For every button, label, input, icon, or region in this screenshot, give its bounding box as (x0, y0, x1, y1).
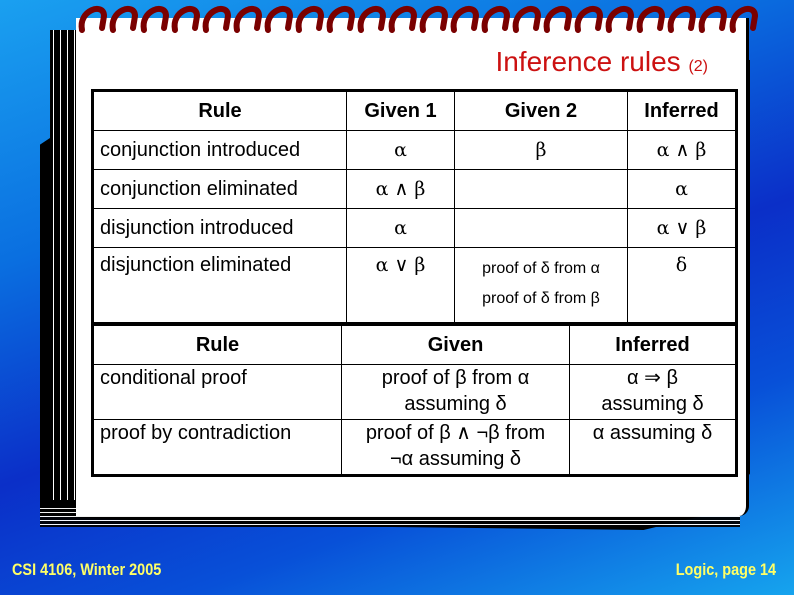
spiral-ring (605, 6, 635, 33)
table-header-row: Rule Given 1 Given 2 Inferred (92, 90, 737, 131)
given1-cell: α ∧ β (346, 169, 455, 209)
table-row: proof by contradiction proof of β ∧ ¬β f… (92, 419, 737, 476)
table-header-row: Rule Given Inferred (92, 324, 737, 365)
title-suffix: (2) (688, 58, 708, 75)
spiral-ring (295, 6, 325, 33)
spiral-ring (140, 6, 170, 33)
spiral-binding-icon (78, 6, 759, 33)
spiral-ring (481, 6, 511, 33)
given2-line: proof of δ from β (482, 290, 600, 307)
rule-cell: conditional proof (92, 364, 342, 420)
given-cell: proof of β from α assuming δ (341, 364, 570, 420)
inferred-cell: α ⇒ β assuming δ (569, 364, 737, 420)
spiral-ring (543, 6, 573, 33)
inferred-cell: δ (627, 247, 737, 324)
given-line: proof of β from α (381, 367, 530, 389)
inferred-line: α assuming δ (592, 422, 713, 444)
inferred-line: assuming δ (601, 393, 704, 415)
header-given-2: Given 2 (454, 90, 628, 131)
given1-cell: α (346, 130, 455, 170)
spiral-ring (450, 6, 480, 33)
given2-cell: proof of δ from α proof of δ from β (454, 247, 628, 324)
footer-page: Logic, page 14 (675, 560, 776, 579)
spiral-ring (78, 6, 108, 33)
inferred-cell: α ∧ β (627, 130, 737, 170)
inferred-cell: α ∨ β (627, 208, 737, 248)
table-row: disjunction introduced α α ∨ β (92, 208, 737, 248)
rule-cell: disjunction eliminated (92, 247, 347, 324)
inferred-cell: α (627, 169, 737, 209)
rule-cell: conjunction introduced (92, 130, 347, 170)
spiral-ring (357, 6, 387, 33)
spiral-ring (698, 6, 728, 33)
given2-line: proof of δ from α (482, 260, 600, 277)
inferred-cell: α assuming δ (569, 419, 737, 476)
rule-cell: disjunction introduced (92, 208, 347, 248)
inference-rules-table-2: Rule Given Inferred conditional proof pr… (91, 323, 738, 477)
given2-cell (454, 169, 628, 209)
spiral-ring (636, 6, 666, 33)
spiral-ring (171, 6, 201, 33)
spiral-ring (264, 6, 294, 33)
inference-rules-table-1: Rule Given 1 Given 2 Inferred conjunctio… (91, 89, 738, 325)
spiral-ring (326, 6, 356, 33)
spiral-ring (202, 6, 232, 33)
header-given: Given (341, 324, 570, 365)
inferred-line: α ⇒ β (627, 367, 678, 389)
table-row: disjunction eliminated α ∨ β proof of δ … (92, 247, 737, 324)
spiral-ring (729, 6, 759, 33)
table-row: conjunction introduced α β α ∧ β (92, 130, 737, 170)
spiral-ring (109, 6, 139, 33)
spiral-ring (512, 6, 542, 33)
table-row: conditional proof proof of β from α assu… (92, 364, 737, 420)
spiral-ring (419, 6, 449, 33)
given1-cell: α ∨ β (346, 247, 455, 324)
header-inferred: Inferred (627, 90, 737, 131)
slide-title: Inference rules (2) (495, 46, 708, 78)
footer-course: CSI 4106, Winter 2005 (12, 560, 162, 579)
given-line: ¬α assuming δ (389, 448, 522, 470)
spiral-ring (667, 6, 697, 33)
spiral-ring (388, 6, 418, 33)
given2-cell: β (454, 130, 628, 170)
rule-cell: conjunction eliminated (92, 169, 347, 209)
spiral-ring (574, 6, 604, 33)
given-line: proof of β ∧ ¬β from (365, 422, 546, 444)
spiral-ring (233, 6, 263, 33)
header-rule: Rule (92, 324, 342, 365)
given-line: assuming δ (404, 393, 507, 415)
title-text: Inference rules (495, 46, 681, 77)
header-given-1: Given 1 (346, 90, 455, 131)
given-cell: proof of β ∧ ¬β from ¬α assuming δ (341, 419, 570, 476)
table-row: conjunction eliminated α ∧ β α (92, 169, 737, 209)
header-inferred: Inferred (569, 324, 737, 365)
rule-cell: proof by contradiction (92, 419, 342, 476)
given2-cell (454, 208, 628, 248)
header-rule: Rule (92, 90, 347, 131)
given1-cell: α (346, 208, 455, 248)
